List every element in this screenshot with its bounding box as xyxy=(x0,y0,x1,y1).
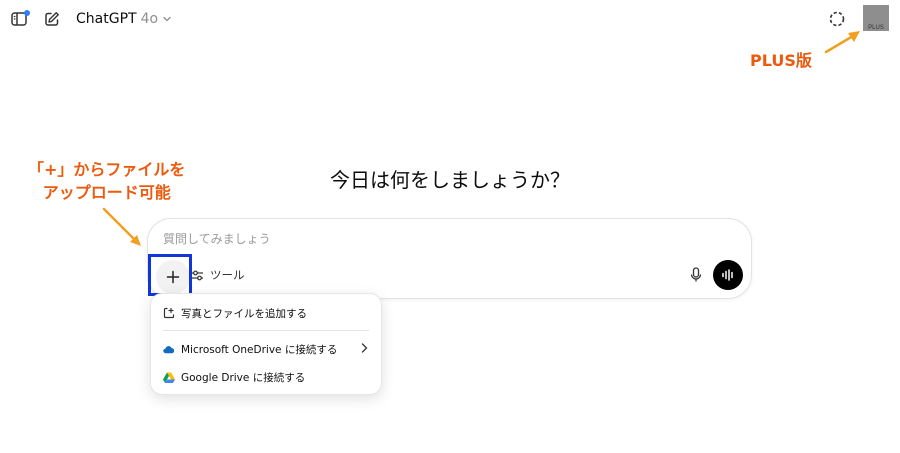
voice-mode-button[interactable] xyxy=(713,260,743,290)
plus-button-highlight xyxy=(148,254,192,296)
voice-waveform-icon xyxy=(722,269,733,281)
menu-item-google-drive[interactable]: Google Drive に接続する xyxy=(163,367,369,387)
tools-label: ツール xyxy=(210,268,245,282)
photo-file-icon xyxy=(163,307,175,319)
menu-item-label: Google Drive に接続する xyxy=(181,371,306,384)
menu-item-add-photos-files[interactable]: 写真とファイルを追加する xyxy=(163,303,369,323)
menu-item-label: Microsoft OneDrive に接続する xyxy=(181,343,338,356)
prompt-composer: ツール xyxy=(147,218,752,299)
chevron-right-icon xyxy=(361,343,368,353)
arrow-to-avatar xyxy=(824,31,860,54)
dictate-button[interactable] xyxy=(687,265,705,285)
menu-item-label: 写真とファイルを追加する xyxy=(181,307,307,320)
microphone-icon xyxy=(690,267,702,282)
menu-divider xyxy=(163,330,369,331)
google-drive-icon xyxy=(163,371,175,383)
arrow-to-plus-button xyxy=(102,207,141,246)
page-title: 今日は何をしましょうか？ xyxy=(330,168,570,192)
sliders-icon xyxy=(192,270,203,280)
onedrive-icon xyxy=(163,343,175,355)
attach-menu: 写真とファイルを追加する Microsoft OneDrive に接続する Go… xyxy=(150,293,382,395)
prompt-input[interactable] xyxy=(163,232,663,246)
annotation-plus-version: PLUS版 xyxy=(750,51,812,70)
tools-button[interactable]: ツール xyxy=(191,265,245,285)
menu-item-onedrive[interactable]: Microsoft OneDrive に接続する xyxy=(163,339,369,359)
